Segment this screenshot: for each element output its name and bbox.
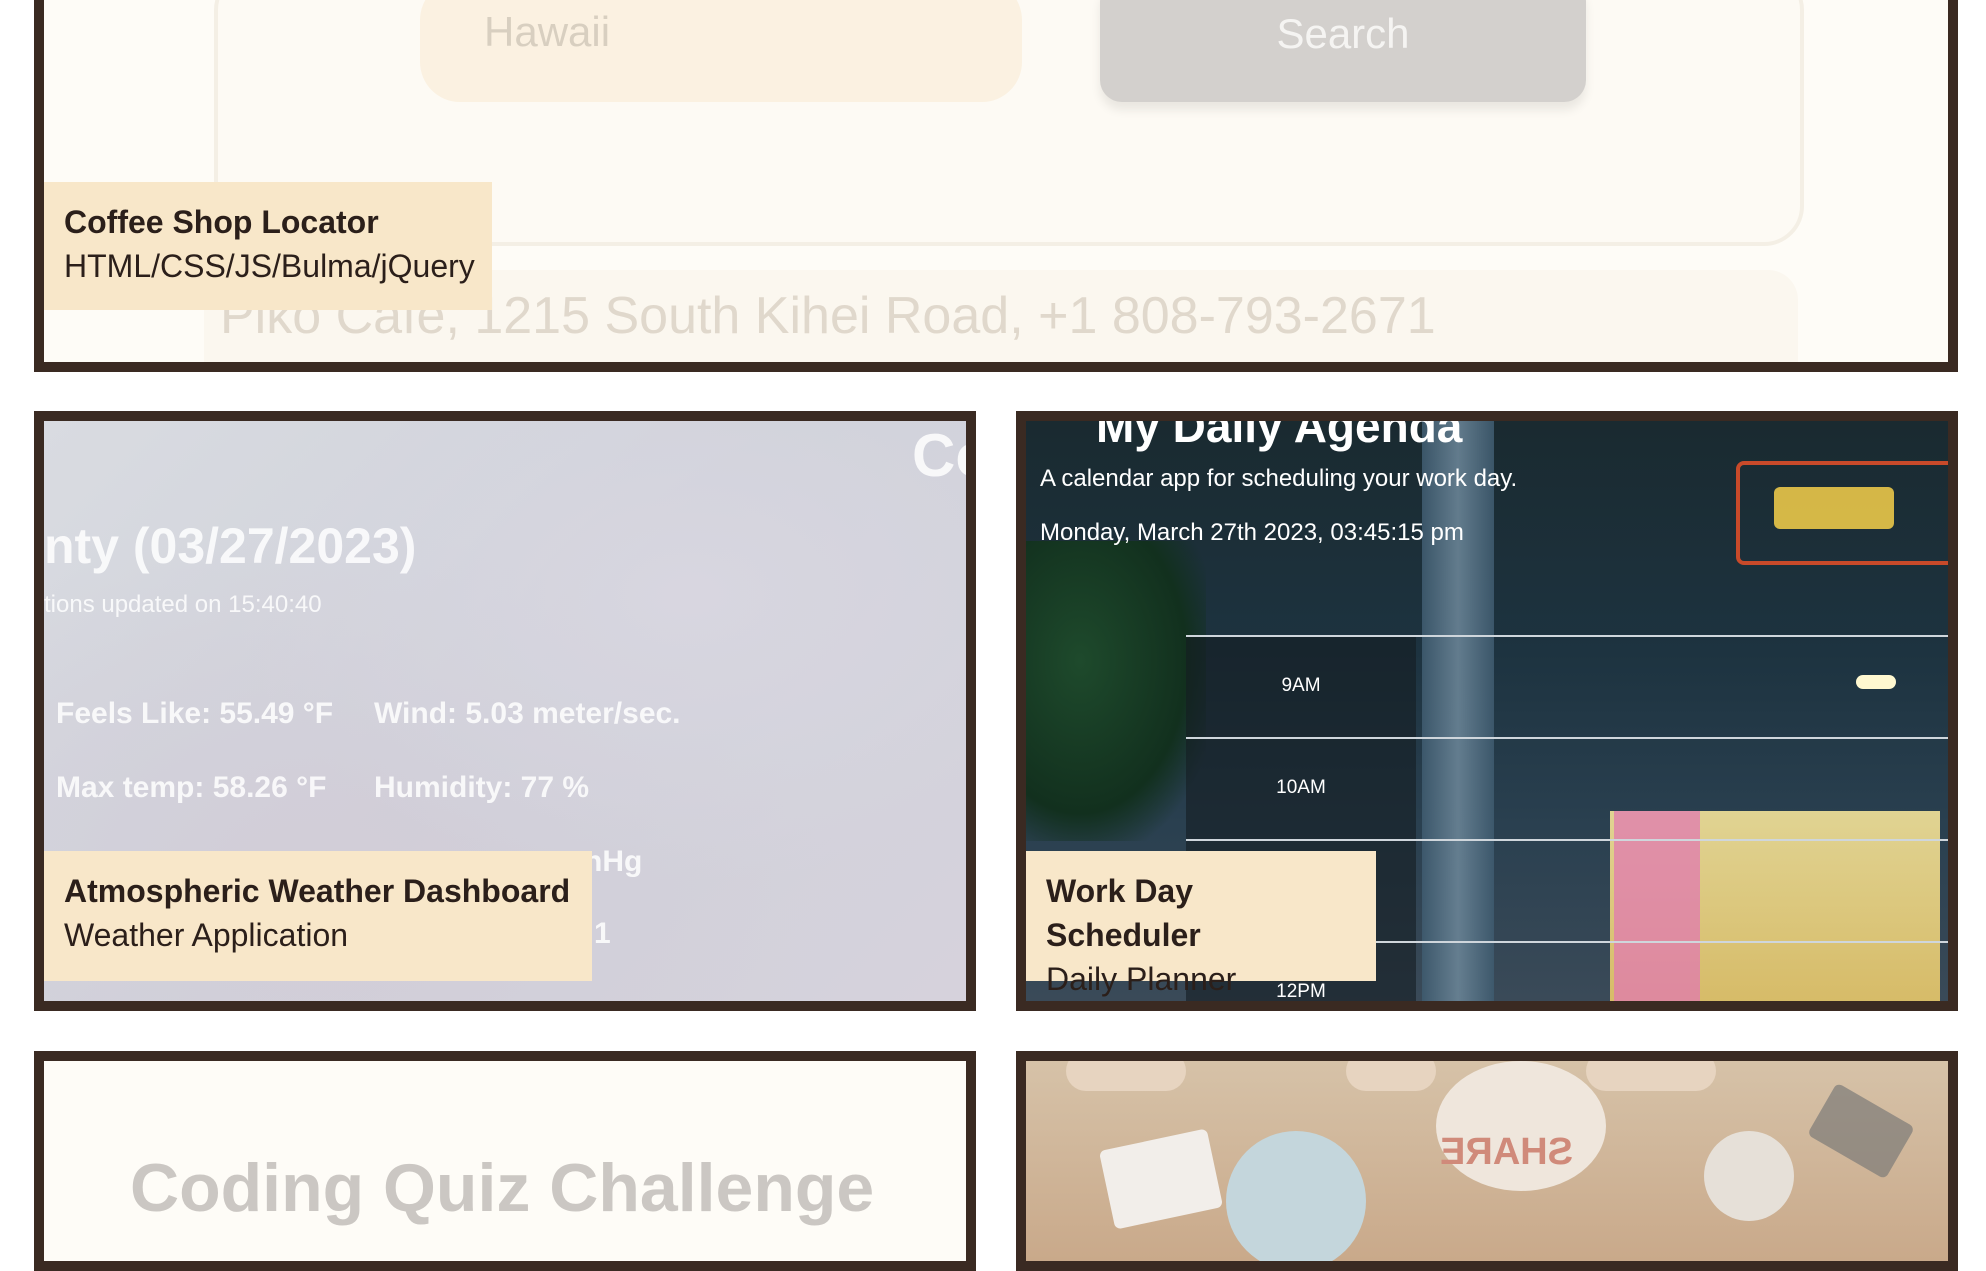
phone-image <box>1807 1082 1915 1180</box>
time-block-row: 10AM <box>1186 737 1948 839</box>
project-label: Coffee Shop Locator HTML/CSS/JS/Bulma/jQ… <box>44 182 492 310</box>
feels-like-value: Feels Like: 55.49 °F <box>56 697 334 730</box>
background-trees <box>1026 541 1206 841</box>
time-block-row: 9AM <box>1186 635 1948 737</box>
project-title: Coffee Shop Locator <box>64 204 379 240</box>
hour-label: 10AM <box>1186 739 1416 839</box>
hour-label: 9AM <box>1186 637 1416 737</box>
project-card-coding-quiz[interactable]: Coding Quiz Challenge <box>34 1051 976 1271</box>
hand-image <box>1066 1061 1186 1091</box>
project-title: Atmospheric Weather Dashboard <box>64 873 571 909</box>
partial-heading: Co <box>912 422 966 489</box>
updated-time: tions updated on 15:40:40 <box>44 591 322 618</box>
quiz-title: Coding Quiz Challenge <box>130 1150 875 1226</box>
project-card-weather-dashboard[interactable]: Co nty (03/27/2023) tions updated on 15:… <box>34 411 976 1011</box>
partial-value: 1 <box>594 917 611 950</box>
project-card-work-day-scheduler[interactable]: My Daily Agenda A calendar app for sched… <box>1016 411 1958 1011</box>
project-subtitle: Weather Application <box>64 917 349 953</box>
hand-image <box>1586 1061 1716 1091</box>
max-temp-value: Max temp: 58.26 °F <box>56 771 327 804</box>
folder-icon <box>1704 1131 1794 1221</box>
humidity-value: Humidity: 77 % <box>374 771 590 804</box>
agenda-description: A calendar app for scheduling your work … <box>1040 465 1518 492</box>
wind-value: Wind: 5.03 meter/sec. <box>374 697 681 730</box>
agenda-heading: My Daily Agenda <box>1096 411 1463 452</box>
project-label: Work Day Scheduler Daily Planner <box>1026 851 1376 997</box>
pressure-value: nHg <box>584 845 643 878</box>
current-datetime: Monday, March 27th 2023, 03:45:15 pm <box>1040 519 1464 546</box>
project-card-share[interactable]: SHARE <box>1016 1051 1958 1271</box>
search-button: Search <box>1100 0 1586 102</box>
project-card-coffee-shop-locator[interactable]: Hawaii Search Piko Cafe, 1215 South Kihe… <box>34 0 1958 372</box>
project-title: Work Day Scheduler <box>1046 873 1201 953</box>
cloud-icon <box>1226 1131 1366 1261</box>
project-subtitle: Daily Planner <box>1046 961 1237 997</box>
city-date-heading: nty (03/27/2023) <box>44 518 417 574</box>
sign-glow <box>1774 487 1894 529</box>
city-search-input: Hawaii <box>420 0 1022 102</box>
hand-image <box>1346 1061 1436 1091</box>
share-text: SHARE <box>1440 1131 1574 1173</box>
project-subtitle: HTML/CSS/JS/Bulma/jQuery <box>64 248 475 284</box>
tablet-image <box>1098 1128 1224 1230</box>
project-label: Atmospheric Weather Dashboard Weather Ap… <box>44 851 592 981</box>
